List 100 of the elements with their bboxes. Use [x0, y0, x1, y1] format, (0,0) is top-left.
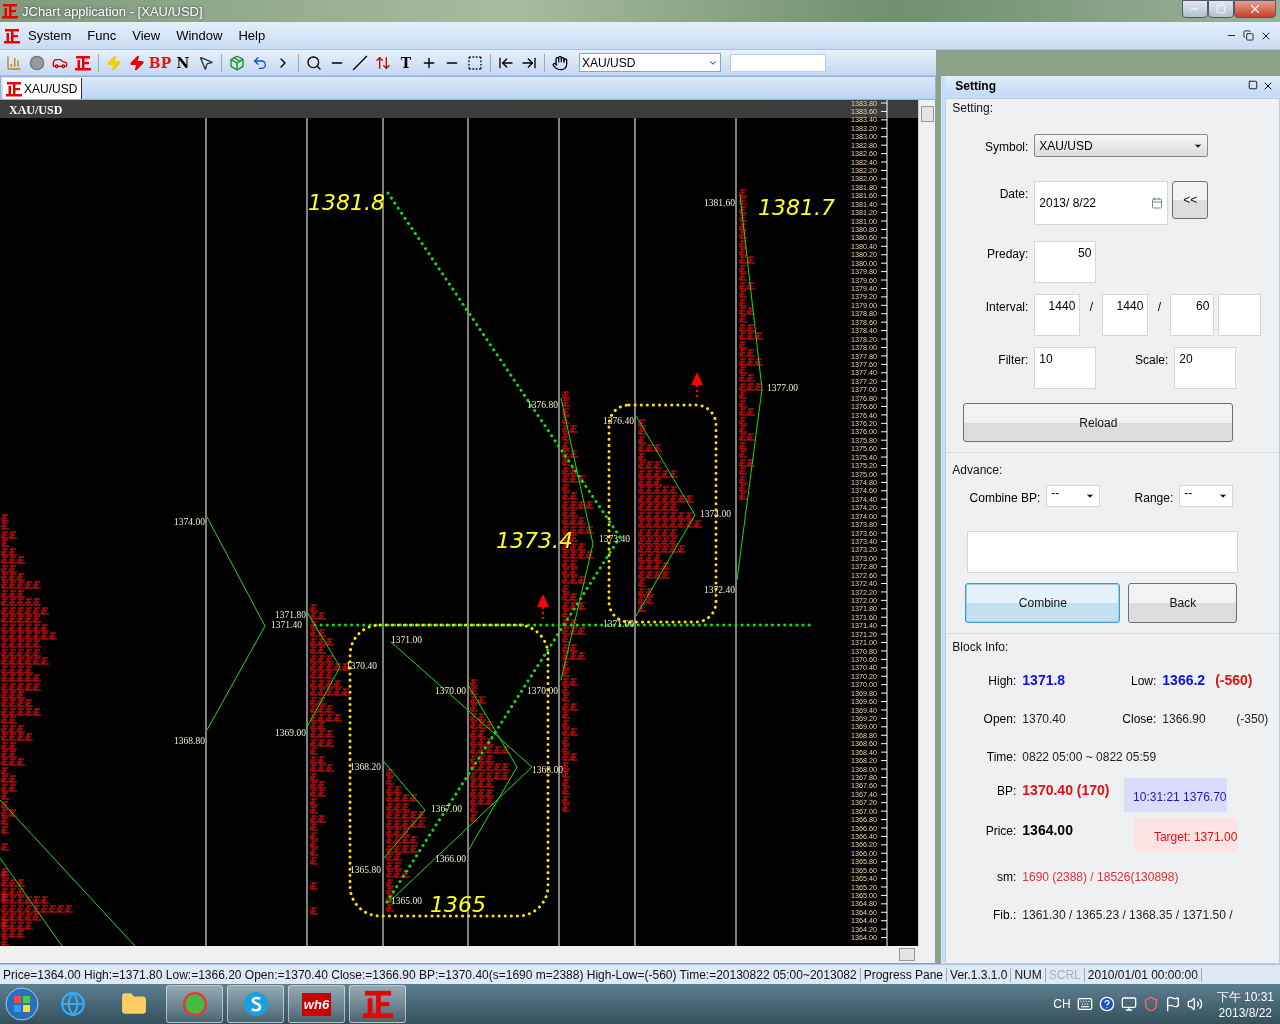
undo-icon[interactable] [252, 54, 268, 71]
field-label: Preday: [985, 247, 1030, 261]
panel-title: Setting [955, 79, 996, 93]
interval-field[interactable]: 1440 [1034, 294, 1081, 336]
interval-field[interactable]: 1440 [1102, 294, 1149, 336]
scrollbar-thumb[interactable] [899, 948, 915, 961]
price-label: 1374.00 [174, 517, 205, 527]
close-button[interactable] [1234, 0, 1276, 18]
separator-label: / [1156, 300, 1162, 314]
up-arrow-icon [537, 594, 549, 621]
symbol-dropdown[interactable]: XAU/USD [579, 53, 721, 72]
menu-item[interactable]: View [124, 28, 169, 43]
filter-field[interactable]: 10 [1034, 347, 1097, 389]
circle-icon[interactable] [29, 54, 45, 71]
price-annotation: 1381.7 [758, 195, 835, 220]
price-label: 1376.80 [527, 400, 558, 410]
taskbar-button[interactable] [227, 985, 284, 1023]
maximize-button[interactable] [1208, 0, 1234, 18]
price-annotation: 1365 [430, 892, 486, 917]
price-label: 1371.00 [603, 619, 634, 629]
field-label: Time: [985, 750, 1018, 764]
search-icon[interactable] [306, 54, 322, 71]
back-date-button[interactable]: << [1172, 181, 1209, 219]
volume-icon[interactable] [1186, 996, 1203, 1012]
menu-item[interactable]: Help [230, 28, 274, 43]
lightning-icon[interactable] [129, 54, 145, 71]
price-label: 1373.40 [599, 534, 630, 544]
arrows-up-down-icon[interactable] [375, 54, 391, 71]
dashed-square-icon[interactable] [467, 54, 483, 71]
folder-icon[interactable] [120, 991, 147, 1017]
price-label: 1369.00 [275, 728, 306, 738]
time-value: 0822 05:00 ~ 0822 05:59 [1022, 750, 1157, 764]
keyboard-icon[interactable] [1076, 996, 1093, 1012]
field-label: Price: [984, 824, 1018, 838]
minimize-button[interactable] [1182, 0, 1208, 18]
monitor-icon[interactable] [1120, 996, 1137, 1012]
toolbar-button[interactable]: N [173, 52, 193, 73]
circle-icon [181, 991, 208, 1017]
menu-item[interactable]: Window [168, 28, 231, 43]
open-value: 1370.40 [1022, 712, 1067, 726]
logo-icon [75, 54, 91, 71]
help-icon[interactable] [1098, 996, 1115, 1012]
menu-item[interactable]: Func [79, 28, 125, 43]
price-label: 1374.00 [700, 509, 731, 519]
preday-field[interactable]: 50 [1034, 241, 1097, 283]
action-button[interactable]: Combine [965, 583, 1121, 623]
close-icon[interactable] [1262, 80, 1274, 92]
field-label: Date: [998, 187, 1030, 201]
combine-bp-select[interactable]: -- [1046, 485, 1101, 507]
field-label: Range: [1133, 491, 1175, 505]
field-label: Close: [1121, 712, 1158, 726]
logo-icon [362, 989, 393, 1019]
field-label: Symbol: [983, 140, 1030, 154]
taskbar-button[interactable]: wh6 [288, 985, 345, 1023]
quote-box: 10:31:21 1376.70 [1123, 778, 1227, 812]
close-icon [1248, 2, 1262, 16]
diagonal-line-icon[interactable] [352, 54, 368, 71]
language-indicator[interactable]: CH [1053, 997, 1071, 1011]
taskbar-button[interactable] [166, 985, 223, 1023]
flag-icon[interactable] [1164, 996, 1181, 1012]
text-field[interactable] [967, 531, 1239, 573]
restore-icon[interactable] [1243, 29, 1254, 41]
price-value: 1364.00 [1022, 822, 1074, 838]
pointer-icon[interactable] [198, 54, 214, 71]
hand-icon[interactable] [552, 54, 568, 71]
bp-value: 1370.40 (170) [1022, 782, 1110, 798]
dropdown-arrow-icon [1085, 491, 1096, 501]
scale-field[interactable]: 20 [1174, 347, 1237, 389]
range-select[interactable]: -- [1179, 485, 1234, 507]
date-field[interactable]: 2013/ 8/22 [1034, 181, 1169, 225]
reload-button[interactable]: Reload [963, 403, 1234, 442]
status-field: SCRL [1045, 967, 1085, 982]
dock-icon[interactable] [1248, 80, 1258, 90]
sm-value: 1690 (2388) / 18526(130898) [1022, 870, 1179, 884]
interval-field[interactable] [1218, 294, 1262, 336]
price-label: 1377.00 [767, 383, 798, 393]
start-button[interactable] [4, 986, 40, 1022]
symbol-select[interactable]: XAU/USD [1034, 134, 1209, 157]
interval-field[interactable]: 60 [1170, 294, 1215, 336]
scrollbar-thumb[interactable] [920, 106, 934, 122]
close-value: 1366.90 [1162, 712, 1207, 726]
clock-time[interactable]: 下午 10:31 [1216, 988, 1274, 1006]
clock-date[interactable]: 2013/8/22 [1218, 1005, 1272, 1020]
chart-tab[interactable]: XAU/USD [3, 78, 83, 99]
dropdown-arrow-icon [1218, 491, 1229, 501]
globe-icon[interactable] [59, 991, 86, 1017]
toolbar-button[interactable]: T [396, 52, 416, 73]
taskbar-button[interactable] [349, 985, 406, 1023]
input-field[interactable] [730, 53, 826, 72]
box-icon[interactable] [229, 54, 245, 71]
action-button[interactable]: Back [1128, 583, 1238, 623]
status-field: NUM [1011, 967, 1046, 982]
menu-item[interactable]: System [20, 28, 80, 43]
status-field: 2010/01/01 00:00:00 [1084, 967, 1202, 982]
group-label: Setting: [951, 100, 994, 115]
chart-title: XAU/USD [9, 103, 63, 117]
logo-icon [6, 80, 22, 97]
status-field: Price=1364.00 High:=1371.80 Low:=1366.20 Open:=1370.40 Close:=1366.90 BP:=1370.40(s=1690 m=2388) High-Low=(-560) Time:=20130822 05:00~2013082 [0, 967, 861, 982]
field-label: BP: [995, 784, 1018, 798]
chart-bars-icon[interactable] [6, 54, 22, 71]
